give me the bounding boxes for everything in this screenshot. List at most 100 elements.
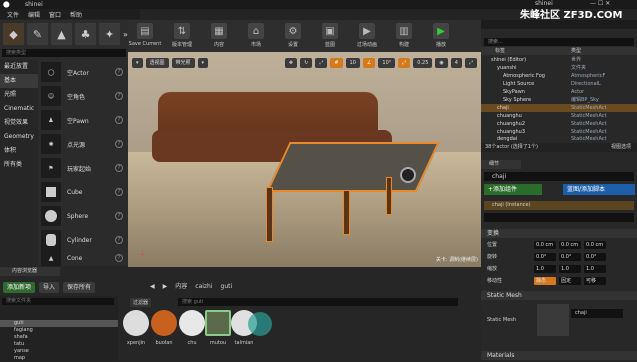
mobility-static-button[interactable]: 静态 bbox=[534, 277, 556, 285]
folder-item[interactable]: guti bbox=[0, 320, 118, 327]
outliner-row[interactable]: Light Source DirectionalL bbox=[481, 80, 637, 88]
foliage-mode-button[interactable]: ♣ bbox=[75, 23, 96, 45]
menu-window[interactable]: 窗口 bbox=[49, 10, 61, 19]
grid-snap-toggle[interactable]: # bbox=[330, 57, 343, 68]
place-search-input[interactable]: 搜索类型 bbox=[2, 49, 126, 57]
outliner-row[interactable]: Atmospheric Fog AtmosphericF bbox=[481, 72, 637, 80]
place-item[interactable]: Sphere? bbox=[38, 205, 126, 227]
add-component-button[interactable]: +添加组件 bbox=[484, 184, 542, 195]
play-button[interactable]: ▶ 播放 bbox=[424, 23, 458, 48]
viewport-options-button[interactable]: ▾ bbox=[132, 57, 143, 68]
place-item[interactable]: ✺ 点光源? bbox=[38, 133, 126, 155]
scale-snap-value[interactable]: 0.25 bbox=[413, 57, 433, 68]
component-instance-row[interactable]: chaji (Instance) bbox=[484, 201, 634, 210]
outliner-row[interactable]: shinei (Editor) 世界 bbox=[481, 56, 637, 64]
show-button[interactable]: ▾ bbox=[197, 57, 209, 68]
folder-search-input[interactable]: 搜索文件夹 bbox=[2, 298, 114, 305]
outliner-row[interactable]: chuanghu2 StaticMeshAct bbox=[481, 120, 637, 128]
breadcrumb-content[interactable]: 内容 bbox=[175, 282, 187, 292]
filter-button[interactable]: 过滤器 bbox=[130, 298, 152, 307]
landscape-mode-button[interactable]: ▲ bbox=[51, 23, 72, 45]
paint-mode-button[interactable]: ✎ bbox=[27, 23, 48, 45]
category-basic[interactable]: 基本 bbox=[0, 74, 38, 88]
type-column-header[interactable]: 类型 bbox=[571, 47, 581, 55]
selected-coffee-table[interactable] bbox=[266, 142, 440, 192]
outliner-row[interactable]: dengdai StaticMeshAct bbox=[481, 135, 637, 143]
help-icon[interactable]: ? bbox=[115, 212, 123, 220]
menu-file[interactable]: 文件 bbox=[7, 10, 19, 19]
rotation-snap-value[interactable]: 10° bbox=[378, 57, 396, 68]
category-cinematic[interactable]: Cinematic bbox=[0, 102, 38, 116]
details-tab[interactable]: 细节 bbox=[481, 160, 521, 169]
help-icon[interactable]: ? bbox=[115, 140, 123, 148]
outliner-row[interactable]: chuanghu StaticMeshAct bbox=[481, 112, 637, 120]
rotation-snap-toggle[interactable]: ∠ bbox=[362, 57, 376, 68]
place-item[interactable]: Cube? bbox=[38, 181, 126, 203]
scale-icon[interactable]: ⤢ bbox=[315, 57, 328, 68]
actor-name-field[interactable]: chaji bbox=[484, 172, 634, 181]
translate-icon[interactable]: ✥ bbox=[284, 57, 298, 68]
menu-edit[interactable]: 编辑 bbox=[28, 10, 40, 19]
materials-section-header[interactable]: Materials bbox=[481, 351, 637, 360]
content-browser-tab[interactable]: 内容浏览器 bbox=[0, 267, 60, 276]
cinematics-button[interactable]: ▶ 过场动画 bbox=[350, 23, 384, 48]
source-control-button[interactable]: ⇅ 版本管理 bbox=[165, 23, 199, 48]
level-viewport[interactable]: ▾ 透视图 带光照 ▾ ✥ ↻ ⤢ # 10 ∠ 10° ⤢ 0.25 ◉ 4 … bbox=[128, 52, 481, 267]
place-item[interactable]: ▲ Cone? bbox=[38, 250, 126, 266]
outliner-row-selected[interactable]: chaji StaticMeshAct bbox=[481, 104, 637, 112]
add-new-button[interactable]: 添加新项 bbox=[3, 281, 36, 293]
save-all-button[interactable]: 保存所有 bbox=[63, 281, 96, 293]
rotation-x-field[interactable]: 0.0° bbox=[534, 253, 556, 261]
menu-help[interactable]: 帮助 bbox=[70, 10, 82, 19]
back-arrow-icon[interactable]: ◀ bbox=[150, 282, 155, 292]
view-options-button[interactable]: 视图选项 bbox=[611, 143, 631, 152]
category-lights[interactable]: 光照 bbox=[0, 88, 38, 102]
folder-item[interactable]: tatu bbox=[0, 341, 118, 348]
rotation-z-field[interactable]: 0.0° bbox=[584, 253, 606, 261]
help-icon[interactable]: ? bbox=[115, 188, 123, 196]
category-all-classes[interactable]: 所有类 bbox=[0, 158, 38, 172]
blueprint-add-script-button[interactable]: 蓝图/添加脚本 bbox=[563, 184, 635, 195]
content-button[interactable]: ▦ 内容 bbox=[202, 23, 236, 48]
blueprints-button[interactable]: ▣ 蓝图 bbox=[313, 23, 347, 48]
settings-button[interactable]: ⚙ 设置 bbox=[276, 23, 310, 48]
material-thumbnail[interactable] bbox=[123, 310, 149, 336]
save-current-button[interactable]: ▤ Save Current bbox=[128, 23, 162, 47]
rotation-y-field[interactable]: 0.0° bbox=[559, 253, 581, 261]
outliner-row[interactable]: SkyPawn Actor bbox=[481, 88, 637, 96]
folder-item[interactable]: shafa bbox=[0, 334, 118, 341]
place-item[interactable]: ☺ 空角色? bbox=[38, 85, 126, 107]
outliner-row[interactable]: yuanshi 文件夹 bbox=[481, 64, 637, 72]
help-icon[interactable]: ? bbox=[115, 254, 123, 262]
mobility-movable-button[interactable]: 可移 bbox=[584, 277, 606, 285]
build-button[interactable]: ▥ 构建 bbox=[387, 23, 421, 48]
location-x-field[interactable]: 0.0 cm bbox=[534, 241, 556, 249]
help-icon[interactable]: ? bbox=[115, 68, 123, 76]
transform-section-header[interactable]: 变换 bbox=[481, 229, 637, 238]
help-icon[interactable]: ? bbox=[115, 116, 123, 124]
material-thumbnail[interactable] bbox=[151, 310, 177, 336]
scale-snap-toggle[interactable]: ⤢ bbox=[398, 57, 411, 68]
label-column-header[interactable]: 标签 bbox=[481, 47, 571, 55]
material-thumbnail-selected[interactable] bbox=[205, 310, 231, 336]
camera-actor-icon[interactable] bbox=[400, 167, 416, 183]
grid-snap-value[interactable]: 10 bbox=[345, 57, 360, 68]
maximize-viewport-icon[interactable]: ⤢ bbox=[464, 57, 477, 68]
place-item[interactable]: ⚑ 玩家起始? bbox=[38, 157, 126, 179]
asset-search-input[interactable]: 搜索 guti bbox=[178, 298, 458, 306]
static-mesh-thumbnail[interactable] bbox=[537, 304, 569, 336]
breadcrumb-guti[interactable]: guti bbox=[221, 282, 233, 292]
breadcrumb-caizhi[interactable]: caizhi bbox=[195, 282, 212, 292]
forward-arrow-icon[interactable]: ▶ bbox=[163, 282, 168, 292]
static-mesh-section-header[interactable]: Static Mesh bbox=[481, 291, 637, 300]
lighting-button[interactable]: 带光照 bbox=[171, 57, 195, 68]
category-geometry[interactable]: Geometry bbox=[0, 130, 38, 144]
scale-y-field[interactable]: 1.0 bbox=[559, 265, 581, 273]
details-search-input[interactable] bbox=[484, 213, 634, 222]
material-thumbnail[interactable] bbox=[179, 310, 205, 336]
camera-speed-icon[interactable]: ◉ bbox=[435, 57, 448, 68]
place-mode-button[interactable]: ◆ bbox=[3, 23, 24, 45]
place-item[interactable]: ♟ 空Pawn? bbox=[38, 109, 126, 131]
location-z-field[interactable]: 0.0 cm bbox=[584, 241, 606, 249]
folder-item[interactable]: fagiang bbox=[0, 327, 118, 334]
